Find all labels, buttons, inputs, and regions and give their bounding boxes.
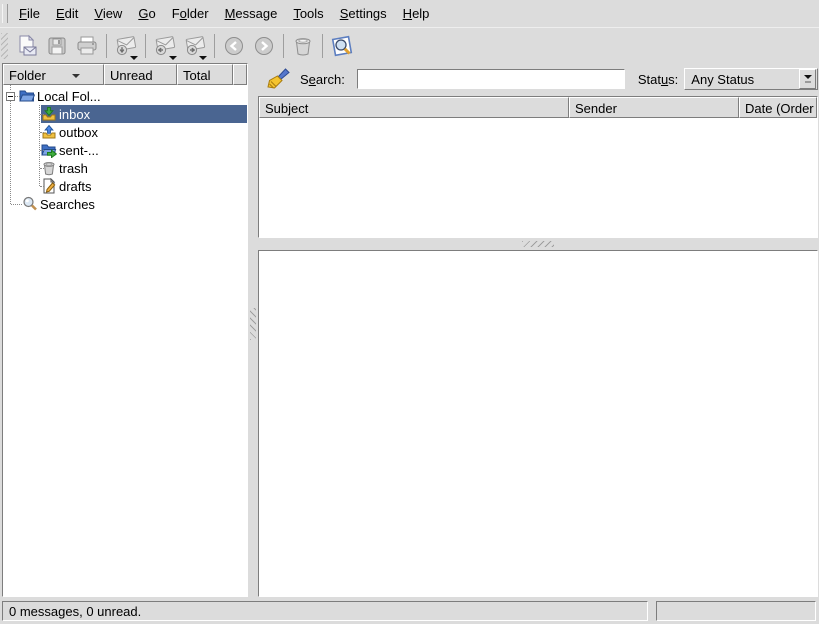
menu-bar: File Edit View Go Folder Message Tools S… [0,0,819,27]
chevron-down-icon [804,75,812,79]
toolbar-drag-handle[interactable] [1,33,8,59]
forward-button[interactable] [180,31,210,61]
menu-tools[interactable]: Tools [285,1,331,26]
folder-column-header[interactable]: Folder [3,64,104,85]
status-dropdown[interactable]: Any Status [684,68,818,90]
splitter-grip-icon [250,308,256,340]
horizontal-splitter[interactable] [258,238,818,250]
menu-message[interactable]: Message [217,1,286,26]
sender-column-header[interactable]: Sender [569,97,739,118]
check-mail-button[interactable] [111,31,141,61]
menubar-drag-handle[interactable] [2,4,8,23]
status-message: 0 messages, 0 unread. [2,601,648,621]
tree-guide [10,101,11,204]
tree-guide [10,85,11,90]
status-label: Status: [638,72,678,87]
forward-dropdown-arrow-icon[interactable] [199,56,207,60]
collapse-expander[interactable] [6,92,15,101]
combo-dash [805,81,811,83]
message-preview-pane[interactable] [258,250,818,597]
tree-guide [15,96,20,97]
tree-guide [39,105,40,186]
forward-nav-icon [253,35,275,57]
tree-guide [40,186,44,187]
quick-search-bar: Search: Status: Any Status [258,62,818,96]
folder-panel: Folder Unread Total Local Fol... [2,63,248,597]
new-message-icon [15,34,39,58]
menu-folder[interactable]: Folder [164,1,217,26]
total-column-header[interactable]: Total [177,64,233,85]
search-folder-icon [22,196,38,212]
tree-guide [40,150,44,151]
search-label: Search: [300,72,345,87]
search-input[interactable] [357,69,625,89]
folder-list-header: Folder Unread Total [3,64,247,85]
message-list-header: Subject Sender Date (Order o [259,97,817,118]
unread-column-header[interactable]: Unread [104,64,177,85]
menu-help[interactable]: Help [395,1,438,26]
toolbar-separator [283,34,284,58]
forward-nav-button[interactable] [249,31,279,61]
save-button[interactable] [42,31,72,61]
tree-guide [40,114,44,115]
new-message-button[interactable] [12,31,42,61]
header-filler [233,64,247,85]
reply-button[interactable] [150,31,180,61]
forward-icon [183,34,207,58]
find-messages-button[interactable] [327,31,357,61]
clear-search-icon [265,67,291,91]
back-icon [223,35,245,57]
toolbar-separator [106,34,107,58]
check-mail-icon [114,34,138,58]
trash-icon [292,35,314,57]
subject-column-header[interactable]: Subject [259,97,569,118]
folder-row-local-folders[interactable]: Local Fol... [3,87,247,105]
menu-settings[interactable]: Settings [332,1,395,26]
find-messages-icon [329,33,355,59]
menu-view[interactable]: View [86,1,130,26]
save-icon [46,35,68,57]
reply-dropdown-arrow-icon[interactable] [169,56,177,60]
clear-search-button[interactable] [265,66,291,92]
message-list-body[interactable] [259,118,817,237]
date-column-header[interactable]: Date (Order o [739,97,817,118]
check-mail-dropdown-arrow-icon[interactable] [130,56,138,60]
status-dropdown-arrow-button[interactable] [799,69,816,89]
toolbar-separator [214,34,215,58]
print-icon [75,34,99,58]
main-toolbar [0,27,819,63]
toolbar-separator [322,34,323,58]
menu-edit[interactable]: Edit [48,1,86,26]
status-extra-panel [656,601,816,621]
toolbar-separator [145,34,146,58]
vertical-splitter[interactable] [248,63,258,597]
folder-row-searches[interactable]: Searches [3,195,247,213]
status-bar: 0 messages, 0 unread. [0,597,819,624]
print-button[interactable] [72,31,102,61]
tree-guide [40,168,44,169]
back-button[interactable] [219,31,249,61]
status-dropdown-value: Any Status [685,72,799,87]
folder-tree: Local Fol... inbox outbox [3,85,247,598]
open-folder-icon [19,88,35,104]
trash-button[interactable] [288,31,318,61]
menu-file[interactable]: File [11,1,48,26]
message-list: Subject Sender Date (Order o [258,96,818,238]
menu-go[interactable]: Go [130,1,163,26]
tree-guide [11,204,22,205]
reply-icon [153,34,177,58]
splitter-grip-icon [522,241,554,247]
sort-arrow-icon [72,74,80,78]
tree-guide [40,132,44,133]
